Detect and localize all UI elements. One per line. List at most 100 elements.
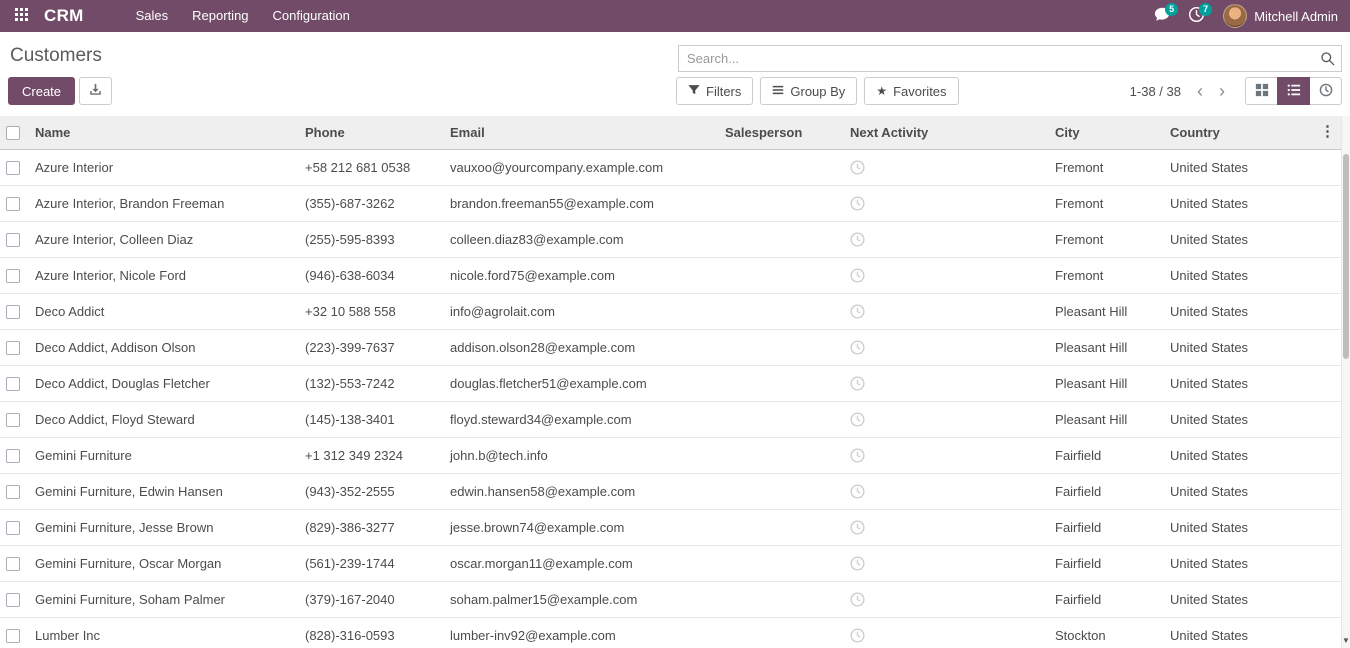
cell-salesperson[interactable]	[715, 365, 840, 401]
cell-next-activity[interactable]	[840, 221, 1045, 257]
list-view-button[interactable]	[1277, 77, 1310, 105]
cell-city[interactable]: Fremont	[1045, 185, 1160, 221]
cell-name[interactable]: Azure Interior, Nicole Ford	[25, 257, 295, 293]
cell-next-activity[interactable]	[840, 149, 1045, 185]
cell-salesperson[interactable]	[715, 509, 840, 545]
cell-salesperson[interactable]	[715, 257, 840, 293]
cell-phone[interactable]: (561)-239-1744	[295, 545, 440, 581]
table-row[interactable]: Gemini Furniture, Edwin Hansen(943)-352-…	[0, 473, 1341, 509]
cell-next-activity[interactable]	[840, 545, 1045, 581]
table-row[interactable]: Azure Interior, Colleen Diaz(255)-595-83…	[0, 221, 1341, 257]
cell-city[interactable]: Stockton	[1045, 617, 1160, 648]
cell-email[interactable]: floyd.steward34@example.com	[440, 401, 715, 437]
cell-name[interactable]: Gemini Furniture, Soham Palmer	[25, 581, 295, 617]
cell-email[interactable]: nicole.ford75@example.com	[440, 257, 715, 293]
col-header-salesperson[interactable]: Salesperson	[715, 116, 840, 149]
cell-city[interactable]: Fairfield	[1045, 545, 1160, 581]
cell-country[interactable]: United States	[1160, 437, 1280, 473]
cell-email[interactable]: jesse.brown74@example.com	[440, 509, 715, 545]
cell-email[interactable]: douglas.fletcher51@example.com	[440, 365, 715, 401]
cell-phone[interactable]: (379)-167-2040	[295, 581, 440, 617]
cell-name[interactable]: Deco Addict, Addison Olson	[25, 329, 295, 365]
row-checkbox[interactable]	[6, 233, 20, 247]
cell-next-activity[interactable]	[840, 437, 1045, 473]
cell-email[interactable]: brandon.freeman55@example.com	[440, 185, 715, 221]
cell-name[interactable]: Gemini Furniture	[25, 437, 295, 473]
cell-city[interactable]: Fairfield	[1045, 473, 1160, 509]
cell-country[interactable]: United States	[1160, 365, 1280, 401]
cell-city[interactable]: Pleasant Hill	[1045, 293, 1160, 329]
pager-next-button[interactable]: ›	[1211, 78, 1233, 104]
cell-city[interactable]: Pleasant Hill	[1045, 365, 1160, 401]
table-row[interactable]: Lumber Inc(828)-316-0593lumber-inv92@exa…	[0, 617, 1341, 648]
cell-salesperson[interactable]	[715, 617, 840, 648]
cell-phone[interactable]: (223)-399-7637	[295, 329, 440, 365]
col-header-next-activity[interactable]: Next Activity	[840, 116, 1045, 149]
cell-country[interactable]: United States	[1160, 509, 1280, 545]
cell-next-activity[interactable]	[840, 257, 1045, 293]
cell-email[interactable]: john.b@tech.info	[440, 437, 715, 473]
cell-email[interactable]: lumber-inv92@example.com	[440, 617, 715, 648]
cell-name[interactable]: Gemini Furniture, Oscar Morgan	[25, 545, 295, 581]
cell-next-activity[interactable]	[840, 509, 1045, 545]
cell-city[interactable]: Fairfield	[1045, 437, 1160, 473]
cell-next-activity[interactable]	[840, 581, 1045, 617]
cell-email[interactable]: soham.palmer15@example.com	[440, 581, 715, 617]
cell-country[interactable]: United States	[1160, 401, 1280, 437]
cell-next-activity[interactable]	[840, 293, 1045, 329]
cell-phone[interactable]: (828)-316-0593	[295, 617, 440, 648]
cell-country[interactable]: United States	[1160, 257, 1280, 293]
next-activity-clock-icon[interactable]	[850, 412, 865, 427]
menu-reporting[interactable]: Reporting	[180, 0, 260, 32]
cell-country[interactable]: United States	[1160, 473, 1280, 509]
user-menu[interactable]: Mitchell Admin	[1223, 4, 1342, 28]
col-header-country[interactable]: Country	[1160, 116, 1280, 149]
app-name[interactable]: CRM	[44, 6, 84, 26]
cell-salesperson[interactable]	[715, 581, 840, 617]
cell-city[interactable]: Pleasant Hill	[1045, 401, 1160, 437]
cell-name[interactable]: Gemini Furniture, Edwin Hansen	[25, 473, 295, 509]
row-checkbox[interactable]	[6, 161, 20, 175]
row-checkbox[interactable]	[6, 269, 20, 283]
apps-menu-button[interactable]	[8, 3, 34, 29]
cell-next-activity[interactable]	[840, 617, 1045, 648]
cell-country[interactable]: United States	[1160, 149, 1280, 185]
cell-salesperson[interactable]	[715, 293, 840, 329]
table-row[interactable]: Gemini Furniture, Soham Palmer(379)-167-…	[0, 581, 1341, 617]
cell-next-activity[interactable]	[840, 185, 1045, 221]
cell-name[interactable]: Azure Interior	[25, 149, 295, 185]
cell-salesperson[interactable]	[715, 149, 840, 185]
table-row[interactable]: Azure Interior, Brandon Freeman(355)-687…	[0, 185, 1341, 221]
next-activity-clock-icon[interactable]	[850, 520, 865, 535]
cell-name[interactable]: Gemini Furniture, Jesse Brown	[25, 509, 295, 545]
scrollbar[interactable]: ▼	[1341, 116, 1350, 648]
table-row[interactable]: Azure Interior+58 212 681 0538vauxoo@you…	[0, 149, 1341, 185]
table-row[interactable]: Gemini Furniture+1 312 349 2324john.b@te…	[0, 437, 1341, 473]
menu-sales[interactable]: Sales	[124, 0, 181, 32]
table-row[interactable]: Gemini Furniture, Oscar Morgan(561)-239-…	[0, 545, 1341, 581]
select-all-checkbox[interactable]	[6, 126, 20, 140]
filters-button[interactable]: Filters	[676, 77, 753, 105]
cell-salesperson[interactable]	[715, 185, 840, 221]
activity-view-button[interactable]	[1309, 77, 1342, 105]
row-checkbox[interactable]	[6, 629, 20, 643]
col-header-name[interactable]: Name	[25, 116, 295, 149]
cell-phone[interactable]: (943)-352-2555	[295, 473, 440, 509]
row-checkbox[interactable]	[6, 197, 20, 211]
row-checkbox[interactable]	[6, 305, 20, 319]
cell-city[interactable]: Fremont	[1045, 221, 1160, 257]
cell-phone[interactable]: (946)-638-6034	[295, 257, 440, 293]
table-row[interactable]: Gemini Furniture, Jesse Brown(829)-386-3…	[0, 509, 1341, 545]
cell-phone[interactable]: +58 212 681 0538	[295, 149, 440, 185]
cell-next-activity[interactable]	[840, 365, 1045, 401]
optional-columns-toggle[interactable]: ⋮	[1320, 124, 1335, 140]
cell-phone[interactable]: (355)-687-3262	[295, 185, 440, 221]
cell-next-activity[interactable]	[840, 473, 1045, 509]
cell-salesperson[interactable]	[715, 401, 840, 437]
cell-salesperson[interactable]	[715, 437, 840, 473]
next-activity-clock-icon[interactable]	[850, 160, 865, 175]
activities-button[interactable]: 7	[1179, 0, 1213, 32]
group-by-button[interactable]: Group By	[760, 77, 857, 105]
cell-phone[interactable]: +32 10 588 558	[295, 293, 440, 329]
table-row[interactable]: Deco Addict, Douglas Fletcher(132)-553-7…	[0, 365, 1341, 401]
